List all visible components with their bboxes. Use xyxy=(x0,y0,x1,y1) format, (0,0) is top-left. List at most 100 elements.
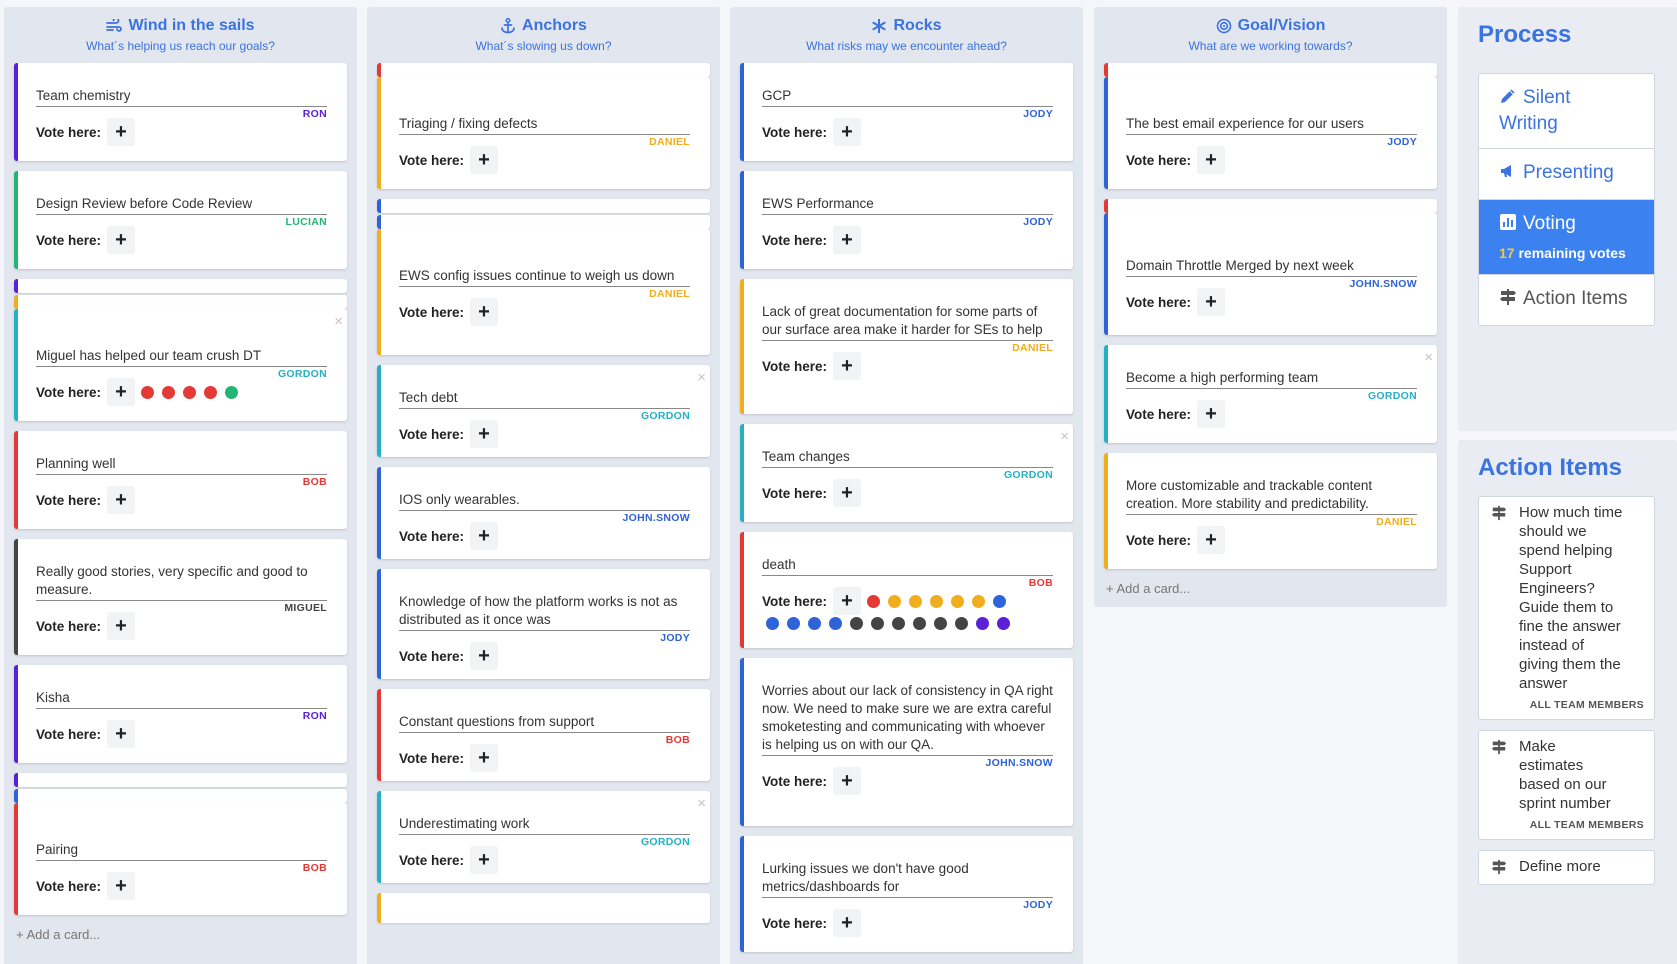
retro-card[interactable]: × Team changes GORDON Vote here: + xyxy=(740,424,1073,522)
stacked-card[interactable] xyxy=(377,199,710,213)
retro-card[interactable]: EWS Performance JODY Vote here: + xyxy=(740,171,1073,269)
retro-card[interactable]: × Underestimating work GORDON Vote here:… xyxy=(377,791,710,883)
process-step-action-items[interactable]: Action Items xyxy=(1479,275,1654,325)
stacked-card[interactable] xyxy=(1104,199,1437,213)
stacked-card[interactable] xyxy=(1104,63,1437,77)
retro-card[interactable]: Domain Throttle Merged by next week JOHN… xyxy=(1104,213,1437,335)
retro-card[interactable]: Kisha RON Vote here: + xyxy=(14,665,347,763)
action-item[interactable]: Define more xyxy=(1478,850,1655,885)
vote-row: Vote here: + xyxy=(762,909,1053,937)
card-text: Kisha xyxy=(36,689,327,709)
retro-card[interactable]: × Tech debt GORDON Vote here: + xyxy=(377,365,710,457)
vote-plus-button[interactable]: + xyxy=(470,420,499,448)
close-icon[interactable]: × xyxy=(334,313,343,330)
action-item-text: Define more xyxy=(1519,858,1601,875)
retro-card[interactable]: Pairing BOB Vote here: + xyxy=(14,803,347,915)
vote-plus-button[interactable]: + xyxy=(470,642,499,670)
close-icon[interactable]: × xyxy=(1060,428,1069,445)
column-title: Rocks xyxy=(893,17,942,34)
vote-plus-button[interactable]: + xyxy=(107,486,136,514)
retro-card[interactable]: × Become a high performing team GORDON V… xyxy=(1104,345,1437,443)
vote-plus-button[interactable]: + xyxy=(833,909,862,937)
stacked-card[interactable] xyxy=(14,789,347,803)
retro-card[interactable]: Lurking issues we don't have good metric… xyxy=(740,836,1073,952)
retro-card[interactable]: death BOB Vote here: + xyxy=(740,532,1073,648)
retro-card[interactable]: Knowledge of how the platform works is n… xyxy=(377,569,710,679)
vote-plus-button[interactable]: + xyxy=(470,146,499,174)
retro-card[interactable]: EWS config issues continue to weigh us d… xyxy=(377,229,710,355)
close-icon[interactable]: × xyxy=(697,795,706,812)
vote-plus-button[interactable]: + xyxy=(833,479,862,507)
vote-plus-button[interactable]: + xyxy=(833,587,862,615)
close-icon[interactable]: × xyxy=(697,369,706,386)
retro-card[interactable]: Design Review before Code Review LUCIAN … xyxy=(14,171,347,269)
target-icon xyxy=(1216,18,1232,34)
vote-plus-button[interactable]: + xyxy=(107,226,136,254)
stacked-card[interactable] xyxy=(14,295,347,309)
close-icon[interactable]: × xyxy=(1424,349,1433,366)
card-text: Pairing xyxy=(36,841,327,861)
vote-plus-button[interactable]: + xyxy=(1197,288,1226,316)
stacked-card[interactable] xyxy=(377,893,710,923)
signpost-icon xyxy=(1491,859,1507,875)
vote-plus-button[interactable]: + xyxy=(1197,526,1226,554)
retro-card[interactable]: Planning well BOB Vote here: + xyxy=(14,431,347,529)
vote-row: Vote here: + xyxy=(1126,288,1417,316)
vote-plus-button[interactable]: + xyxy=(1197,146,1226,174)
add-card-button[interactable]: + Add a card... xyxy=(14,925,347,942)
vote-plus-button[interactable]: + xyxy=(833,226,862,254)
process-step-presenting[interactable]: Presenting xyxy=(1479,149,1654,200)
vote-row: Vote here: + xyxy=(762,226,1053,254)
vote-plus-button[interactable]: + xyxy=(470,298,499,326)
stacked-card[interactable] xyxy=(14,773,347,787)
stacked-card[interactable] xyxy=(377,63,710,77)
signpost-icon xyxy=(1491,739,1507,755)
process-step-silent-writing[interactable]: Silent Writing xyxy=(1479,74,1654,149)
column-subtitle: What are we working towards? xyxy=(1188,39,1353,53)
retro-card[interactable]: Worries about our lack of consistency in… xyxy=(740,658,1073,826)
vote-row: Vote here: + xyxy=(36,612,327,640)
retro-card[interactable]: Really good stories, very specific and g… xyxy=(14,539,347,655)
vote-plus-button[interactable]: + xyxy=(1197,400,1226,428)
process-step-voting[interactable]: Voting 17 remaining votes xyxy=(1479,200,1654,275)
stacked-card[interactable] xyxy=(14,279,347,293)
add-card-button[interactable]: + Add a card... xyxy=(1104,579,1437,596)
retro-card[interactable]: The best email experience for our users … xyxy=(1104,77,1437,189)
retro-card[interactable]: Constant questions from support BOB Vote… xyxy=(377,689,710,781)
vote-plus-button[interactable]: + xyxy=(833,118,862,146)
retro-card[interactable]: Triaging / fixing defects DANIEL Vote he… xyxy=(377,77,710,189)
vote-plus-button[interactable]: + xyxy=(107,872,136,900)
vote-label: Vote here: xyxy=(762,773,828,789)
vote-plus-button[interactable]: + xyxy=(107,612,136,640)
card-text: GCP xyxy=(762,87,1053,107)
vote-plus-button[interactable]: + xyxy=(107,118,136,146)
vote-plus-button[interactable]: + xyxy=(833,352,862,380)
retro-card[interactable]: More customizable and trackable content … xyxy=(1104,453,1437,569)
stacked-card[interactable] xyxy=(377,215,710,229)
vote-plus-button[interactable]: + xyxy=(470,846,499,874)
vote-plus-button[interactable]: + xyxy=(107,720,136,748)
vote-label: Vote here: xyxy=(36,618,102,634)
column-wind-in-the-sails: Wind in the sails What´s helping us reac… xyxy=(4,7,357,964)
vote-row: Vote here: + xyxy=(762,352,1053,380)
card-text: Miguel has helped our team crush DT xyxy=(36,347,327,367)
retro-card[interactable]: × Miguel has helped our team crush DT GO… xyxy=(14,309,347,421)
retro-card[interactable]: Team chemistry RON Vote here: + xyxy=(14,63,347,161)
card-text: Domain Throttle Merged by next week xyxy=(1126,257,1417,277)
vote-plus-button[interactable]: + xyxy=(470,522,499,550)
vote-plus-button[interactable]: + xyxy=(107,378,136,406)
vote-row: Vote here: + xyxy=(36,118,327,146)
megaphone-icon xyxy=(1499,162,1517,187)
vote-plus-button[interactable]: + xyxy=(833,767,862,795)
retro-card[interactable]: Lack of great documentation for some par… xyxy=(740,279,1073,414)
vote-row: Vote here: + xyxy=(399,298,690,326)
card-text: IOS only wearables. xyxy=(399,491,690,511)
vote-plus-button[interactable]: + xyxy=(470,744,499,772)
retro-card[interactable]: GCP JODY Vote here: + xyxy=(740,63,1073,161)
action-item[interactable]: How much time should we spend helping Su… xyxy=(1478,496,1655,720)
vote-label: Vote here: xyxy=(399,152,465,168)
card-text: More customizable and trackable content … xyxy=(1126,477,1417,515)
retro-card[interactable]: IOS only wearables. JOHN.SNOW Vote here:… xyxy=(377,467,710,559)
card-text: Triaging / fixing defects xyxy=(399,115,690,135)
action-item[interactable]: Make estimates based on our sprint numbe… xyxy=(1478,730,1655,840)
